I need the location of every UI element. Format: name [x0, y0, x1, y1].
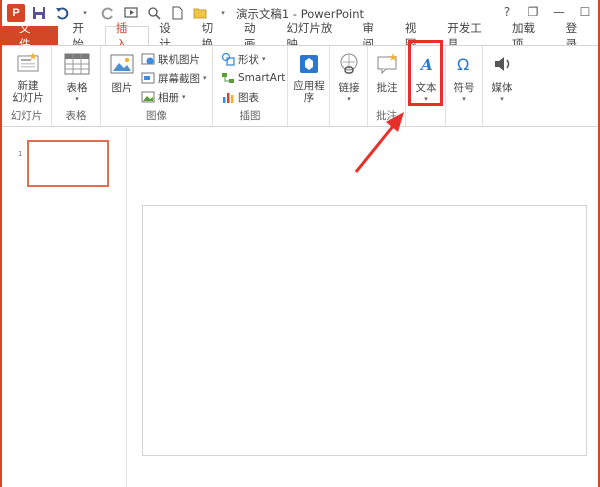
chart-label: 图表: [238, 91, 259, 104]
tab-file[interactable]: 文件: [2, 21, 59, 51]
help-icon[interactable]: ?: [498, 3, 516, 21]
photo-album-icon: [141, 90, 155, 104]
maximize-icon[interactable]: ☐: [576, 3, 594, 21]
annotation-arrow-icon: [354, 112, 404, 173]
chart-button[interactable]: 图表: [221, 89, 259, 105]
group-illustrations: 形状 ▾ SmartArt 图表 插图: [213, 46, 288, 126]
online-pictures-label: 联机图片: [158, 53, 200, 66]
symbols-button[interactable]: Ω 符号 ▾: [449, 50, 479, 103]
symbols-label: 符号: [453, 82, 475, 94]
apps-for-office-button[interactable]: 应用程 序: [291, 50, 327, 104]
tab-review[interactable]: 审阅: [352, 21, 394, 51]
shapes-label: 形状: [238, 53, 259, 66]
picture-button[interactable]: 图片: [107, 50, 137, 95]
group-images-label: 图像: [146, 110, 167, 122]
slide-canvas[interactable]: [142, 205, 587, 456]
minimize-icon[interactable]: —: [550, 3, 568, 21]
table-label: 表格: [66, 82, 88, 94]
svg-text:Ω: Ω: [457, 55, 469, 74]
online-pictures-icon: [141, 52, 155, 66]
media-dropdown-icon: ▾: [500, 95, 504, 103]
shapes-button[interactable]: 形状 ▾: [221, 51, 266, 67]
group-slides: 新建 幻灯片 幻灯片: [2, 46, 52, 126]
chart-icon: [221, 90, 235, 104]
tab-developer[interactable]: 开发工具: [437, 21, 502, 51]
apps-label: 应用程 序: [293, 80, 325, 104]
link-label: 链接: [338, 82, 360, 94]
link-dropdown-icon: ▾: [347, 95, 351, 103]
slide-number: 1: [18, 150, 23, 158]
window-controls: ? ❐ — ☐: [498, 3, 594, 21]
table-button[interactable]: 表格 ▾: [60, 50, 94, 103]
ribbon-display-options-icon[interactable]: ❐: [524, 3, 542, 21]
comment-label: 批注: [376, 82, 398, 94]
new-slide-button[interactable]: 新建 幻灯片: [8, 50, 48, 104]
tab-slideshow[interactable]: 幻灯片放映: [276, 21, 352, 51]
group-slides-label: 幻灯片: [10, 110, 43, 122]
photo-album-label: 相册: [158, 91, 179, 104]
highlight-box: [408, 40, 443, 106]
tab-insert[interactable]: 插入: [104, 21, 150, 51]
group-media: 媒体 ▾: [483, 46, 521, 126]
powerpoint-window: P ▾ ▾ 演示文稿1 - PowerPoint ? ❐ — ☐ 文件 开始 插…: [0, 0, 600, 487]
group-apps: 应用程 序: [288, 46, 330, 126]
links-button[interactable]: 链接 ▾: [334, 50, 364, 103]
media-label: 媒体: [491, 82, 513, 94]
screenshot-icon: [141, 71, 155, 85]
media-button[interactable]: 媒体 ▾: [486, 50, 518, 103]
photo-album-dropdown-icon: ▾: [182, 93, 186, 101]
symbols-dropdown-icon: ▾: [462, 95, 466, 103]
tab-addins[interactable]: 加载项: [502, 21, 556, 51]
speaker-icon: [488, 50, 516, 78]
photo-album-button[interactable]: 相册 ▾: [141, 89, 186, 105]
new-slide-label: 新建 幻灯片: [12, 80, 44, 104]
group-tables-label: 表格: [65, 110, 87, 122]
new-slide-icon: [14, 50, 42, 78]
link-icon: [335, 50, 363, 78]
tab-transitions[interactable]: 切换: [192, 21, 234, 51]
tab-home[interactable]: 开始: [62, 21, 104, 51]
ribbon-insert: 新建 幻灯片 幻灯片 表格 ▾ 表格 图片 联机图片 屏幕截图 ▾ 相册 ▾ 图…: [2, 45, 598, 127]
screenshot-label: 屏幕截图: [158, 72, 200, 85]
picture-icon: [108, 50, 136, 78]
apps-icon: [295, 50, 323, 78]
table-dropdown-icon: ▾: [75, 95, 79, 103]
sign-in-link[interactable]: 登录: [556, 21, 598, 51]
tab-design[interactable]: 设计: [149, 21, 191, 51]
screenshot-button[interactable]: 屏幕截图 ▾: [141, 70, 207, 86]
smartart-icon: [221, 71, 235, 85]
group-illustrations-label: 插图: [239, 110, 261, 122]
smartart-label: SmartArt: [238, 72, 286, 84]
shapes-icon: [221, 52, 235, 66]
group-tables: 表格 ▾ 表格: [52, 46, 101, 126]
comment-icon: [373, 50, 401, 78]
omega-icon: Ω: [450, 50, 478, 78]
comment-button[interactable]: 批注: [372, 50, 402, 95]
slide-thumbnail[interactable]: [27, 140, 109, 187]
online-pictures-button[interactable]: 联机图片: [141, 51, 200, 67]
shapes-dropdown-icon: ▾: [262, 55, 266, 63]
group-symbols: Ω 符号 ▾: [446, 46, 483, 126]
group-images: 图片 联机图片 屏幕截图 ▾ 相册 ▾ 图像: [101, 46, 213, 126]
table-icon: [63, 50, 91, 78]
picture-label: 图片: [111, 82, 133, 94]
ribbon-tabs: 文件 开始 插入 设计 切换 动画 幻灯片放映 审阅 视图 开发工具 加载项 登…: [2, 21, 598, 51]
smartart-button[interactable]: SmartArt: [221, 70, 285, 86]
tab-animations[interactable]: 动画: [234, 21, 276, 51]
screenshot-dropdown-icon: ▾: [203, 74, 207, 82]
